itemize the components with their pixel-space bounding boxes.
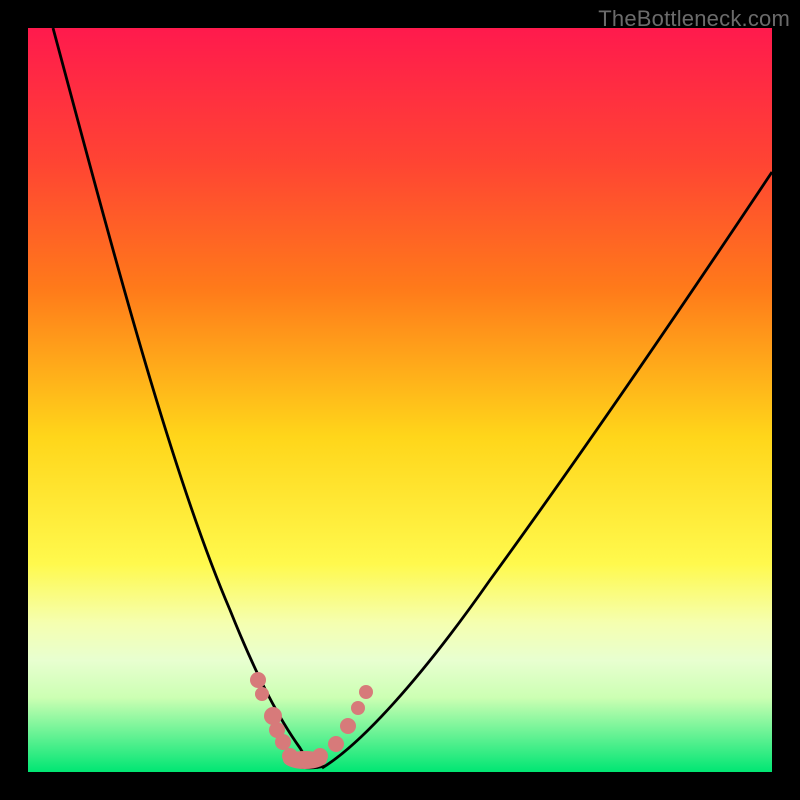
bottleneck-chart	[0, 0, 800, 800]
plot-area	[28, 28, 772, 772]
watermark-text: TheBottleneck.com	[598, 6, 790, 32]
chart-frame: TheBottleneck.com	[0, 0, 800, 800]
